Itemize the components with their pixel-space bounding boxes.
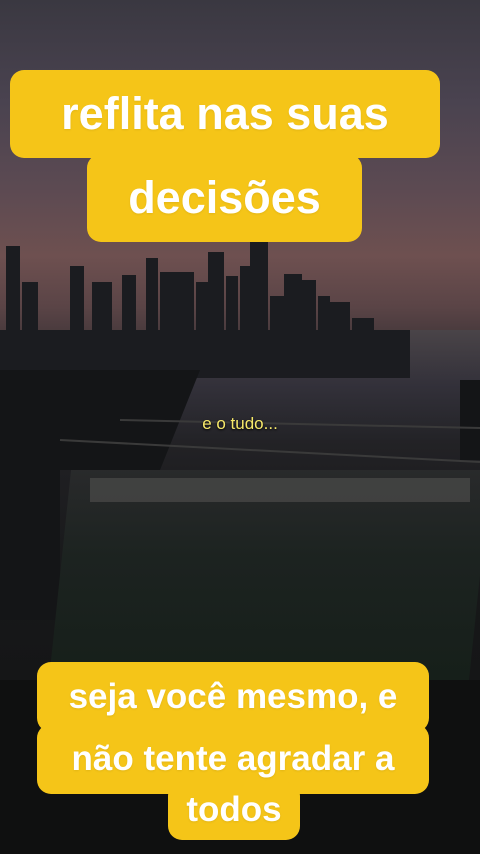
caption-bottom-line-1: seja você mesmo, e (37, 662, 429, 732)
subtitle-text: e o tudo... (202, 414, 278, 433)
pier-building-roof (90, 478, 470, 502)
caption-top-line-1: reflita nas suas (10, 70, 440, 158)
video-frame[interactable]: reflita nas suas decisões e o tudo... se… (0, 0, 480, 854)
caption-top-line-2: decisões (87, 154, 362, 242)
caption-bottom-line-3: todos (168, 782, 300, 840)
